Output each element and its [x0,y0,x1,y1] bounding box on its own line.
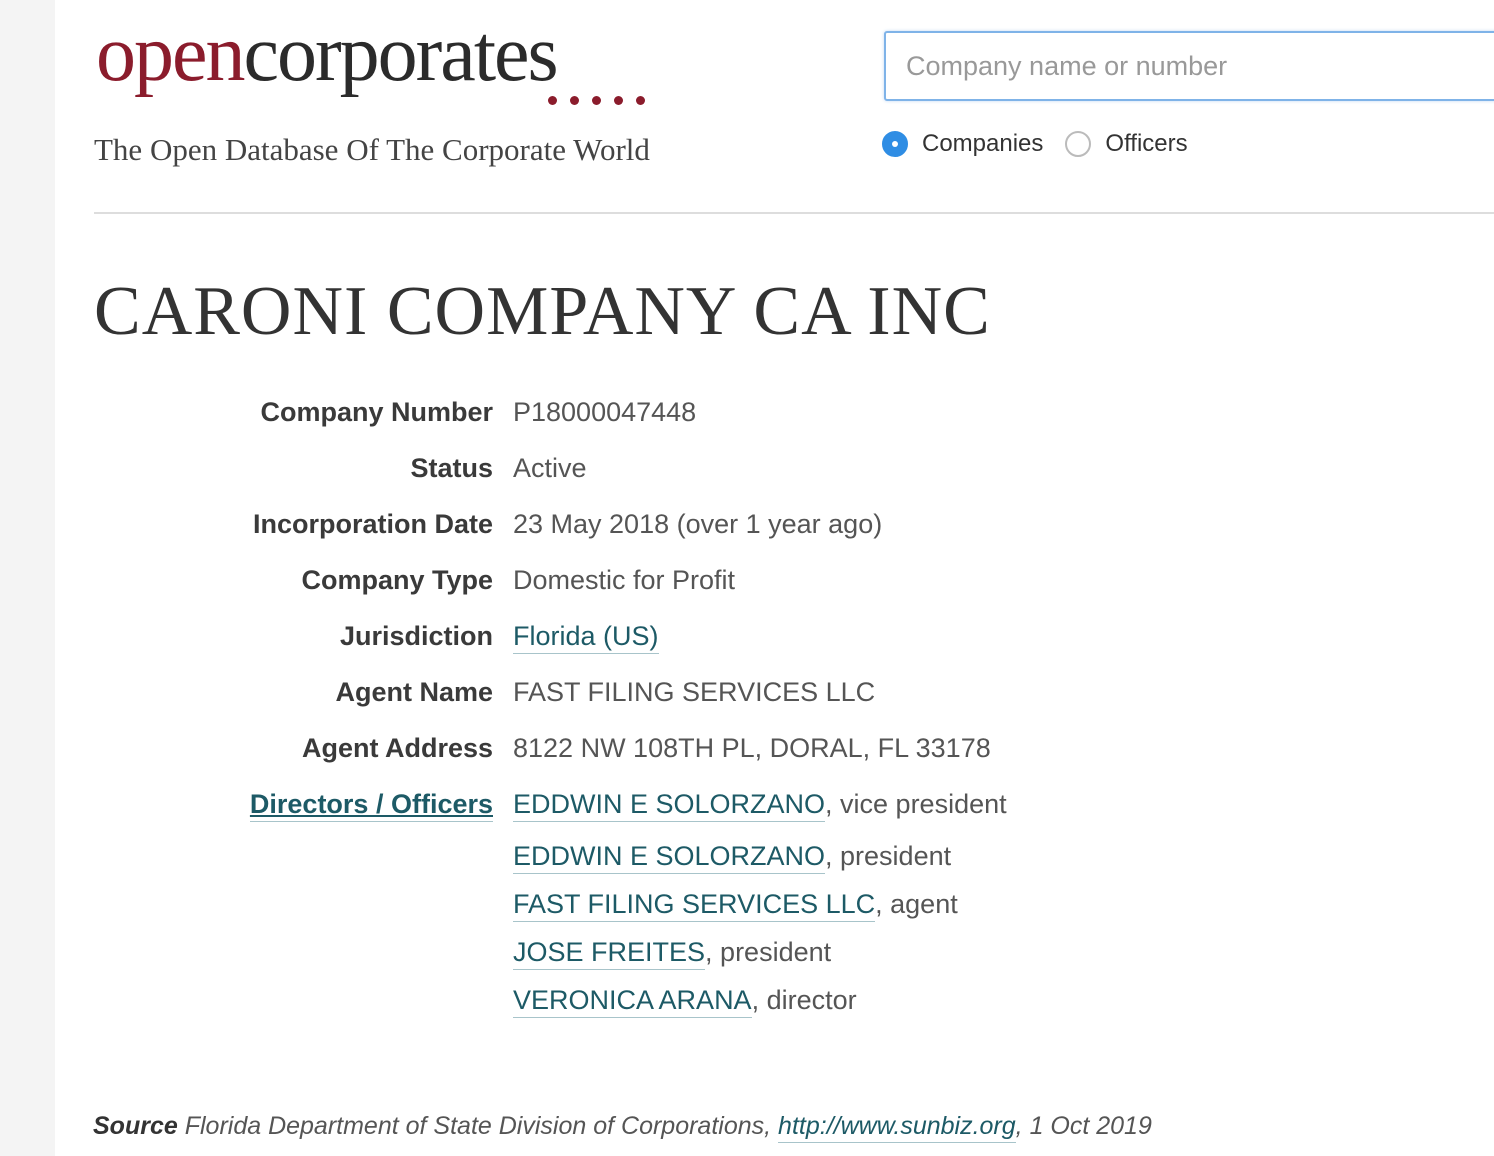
directors-officers-link[interactable]: Directors / Officers [249,789,493,822]
officer-item: EDDWIN E SOLORZANO, president [513,832,1007,880]
attribute-row: Incorporation Date 23 May 2018 (over 1 y… [0,496,1494,552]
incorporation-date-label: Incorporation Date [252,509,493,539]
company-attributes: Company Number P18000047448 Status Activ… [0,384,1494,1024]
source-url-link[interactable]: http://www.sunbiz.org [778,1112,1016,1143]
radio-companies-indicator[interactable] [882,131,908,157]
company-type-label: Company Type [301,565,493,595]
attribute-row: Jurisdiction Florida (US) [0,608,1494,664]
logo-open-text: open [96,10,246,98]
radio-companies[interactable]: Companies [882,130,1043,158]
logo-dots [548,96,645,105]
company-number-label: Company Number [260,397,493,427]
officer-item: JOSE FREITES, president [513,928,1007,976]
source-citation: Source Florida Department of State Divis… [93,1112,1152,1143]
radio-officers-indicator[interactable] [1065,131,1092,157]
company-name-title: CARONI COMPANY CA INC [94,273,991,350]
officer-role: , vice president [825,789,1007,819]
officers-row: Directors / Officers EDDWIN E SOLORZANO,… [0,776,1494,1024]
agent-address-value: 8122 NW 108TH PL, DORAL, FL 33178 [513,733,991,763]
radio-companies-label: Companies [922,130,1044,157]
officer-role: , president [705,937,832,967]
source-label: Source [93,1112,178,1140]
agent-name-label: Agent Name [335,677,493,707]
officer-role: , agent [875,889,958,919]
logo-corporates-text: corporates [243,10,559,98]
attribute-row: Status Active [0,440,1494,496]
officer-item: EDDWIN E SOLORZANO, vice president [513,776,1007,832]
attribute-row: Company Number P18000047448 [0,384,1494,440]
officer-link[interactable]: EDDWIN E SOLORZANO [513,789,826,822]
site-logo[interactable]: opencorporates [96,14,559,94]
jurisdiction-label: Jurisdiction [339,621,493,651]
company-number-value: P18000047448 [513,397,697,427]
attribute-row: Agent Name FAST FILING SERVICES LLC [0,664,1494,720]
status-value: Active [513,453,587,483]
officer-role: , director [751,985,857,1015]
agent-address-label: Agent Address [301,733,493,763]
attribute-row: Agent Address 8122 NW 108TH PL, DORAL, F… [0,720,1494,776]
search-input[interactable] [884,31,1494,101]
search-type-radio-group: Companies Officers [882,130,1210,158]
source-date: , 1 Oct 2019 [1015,1112,1152,1140]
header-divider [94,212,1494,214]
radio-officers-label: Officers [1105,130,1188,157]
incorporation-date-value: 23 May 2018 (over 1 year ago) [513,509,883,539]
jurisdiction-link[interactable]: Florida (US) [513,621,659,654]
tagline: The Open Database Of The Corporate World [94,132,650,167]
officer-item: VERONICA ARANA, director [513,976,1007,1024]
officer-role: , president [825,841,952,871]
radio-officers[interactable]: Officers [1065,130,1188,158]
company-type-value: Domestic for Profit [513,565,736,595]
officer-link[interactable]: FAST FILING SERVICES LLC [513,889,876,922]
status-label: Status [410,453,493,483]
attribute-row: Company Type Domestic for Profit [0,552,1494,608]
agent-name-value: FAST FILING SERVICES LLC [513,677,876,707]
officer-link[interactable]: EDDWIN E SOLORZANO [513,841,826,874]
officers-list: EDDWIN E SOLORZANO, vice president EDDWI… [513,776,1007,1024]
source-text: Florida Department of State Division of … [177,1112,779,1140]
officer-link[interactable]: JOSE FREITES [513,937,706,970]
officer-item: FAST FILING SERVICES LLC, agent [513,880,1007,928]
officer-link[interactable]: VERONICA ARANA [513,985,752,1018]
